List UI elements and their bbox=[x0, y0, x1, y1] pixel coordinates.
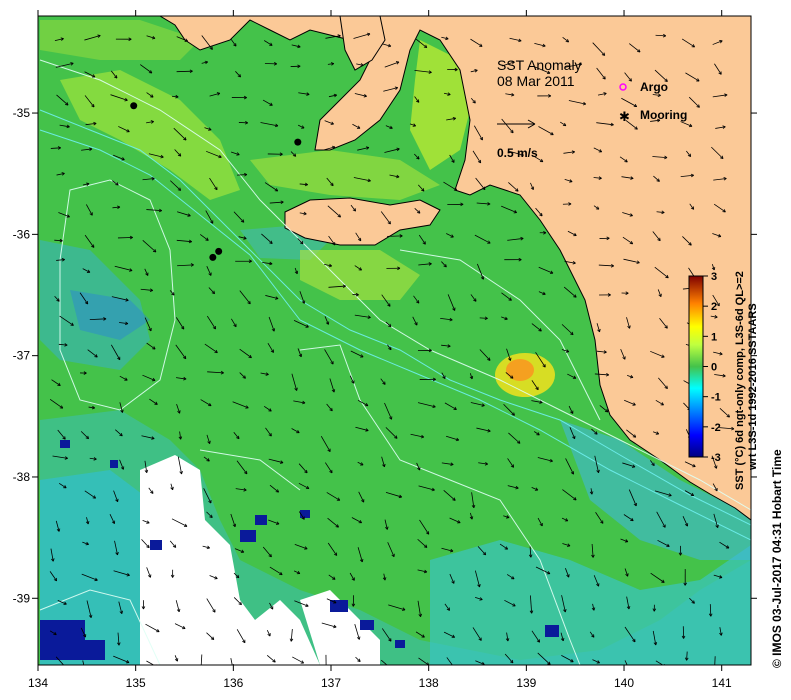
legend-argo-label: Argo bbox=[640, 80, 668, 94]
credit-line: © IMOS 03-Jul-2017 04:31 Hobart Time bbox=[770, 449, 784, 668]
x-tick-label: 137 bbox=[321, 676, 341, 690]
mooring-marker-icon: ✱ bbox=[619, 110, 630, 125]
sst-anomaly-map: 134 135 136 137 138 139 140 141-35-36-37-38-39 … bbox=[13, 10, 784, 690]
x-tick-label: 141 bbox=[712, 676, 732, 690]
colorbar-label-line1: SST (°C) 6d ngt-only comp, L3S-6d QL>=2 bbox=[734, 271, 746, 490]
colorbar-ramp bbox=[688, 275, 704, 458]
x-tick-label: 135 bbox=[126, 676, 146, 690]
colorbar-tick-label: 1 bbox=[711, 331, 717, 343]
legend-mooring-label: Mooring bbox=[640, 108, 687, 122]
scale-label: 0.5 m/s bbox=[497, 146, 538, 160]
x-tick-label: 136 bbox=[223, 676, 243, 690]
x-tick-label: 134 bbox=[28, 676, 48, 690]
y-tick-label: -39 bbox=[13, 591, 31, 605]
colorbar-tick-label: 0 bbox=[711, 362, 717, 374]
x-tick-label: 139 bbox=[516, 676, 536, 690]
mooring-marker bbox=[130, 102, 138, 110]
x-tick-label: 140 bbox=[614, 676, 634, 690]
colorbar-tick-label: 2 bbox=[711, 301, 717, 313]
colorbar-tick-label: 3 bbox=[711, 271, 717, 283]
y-tick-label: -38 bbox=[13, 470, 31, 484]
y-tick-label: -35 bbox=[13, 106, 31, 120]
colorbar-tick-label: -1 bbox=[711, 392, 721, 404]
y-tick-label: -37 bbox=[13, 349, 31, 363]
mooring-marker bbox=[215, 247, 223, 255]
colorbar-label-line2: wrt L3S-1d 1992-2016 SSTAARS bbox=[747, 303, 759, 471]
y-tick-label: -36 bbox=[13, 227, 31, 241]
colorbar-tick-label: -3 bbox=[711, 452, 721, 464]
mooring-marker bbox=[209, 253, 217, 261]
mooring-marker bbox=[294, 138, 302, 146]
map-date: 08 Mar 2011 bbox=[497, 73, 575, 89]
map-title: SST Anomaly bbox=[497, 57, 582, 73]
colorbar-tick-label: -2 bbox=[711, 422, 721, 434]
x-tick-label: 138 bbox=[419, 676, 439, 690]
